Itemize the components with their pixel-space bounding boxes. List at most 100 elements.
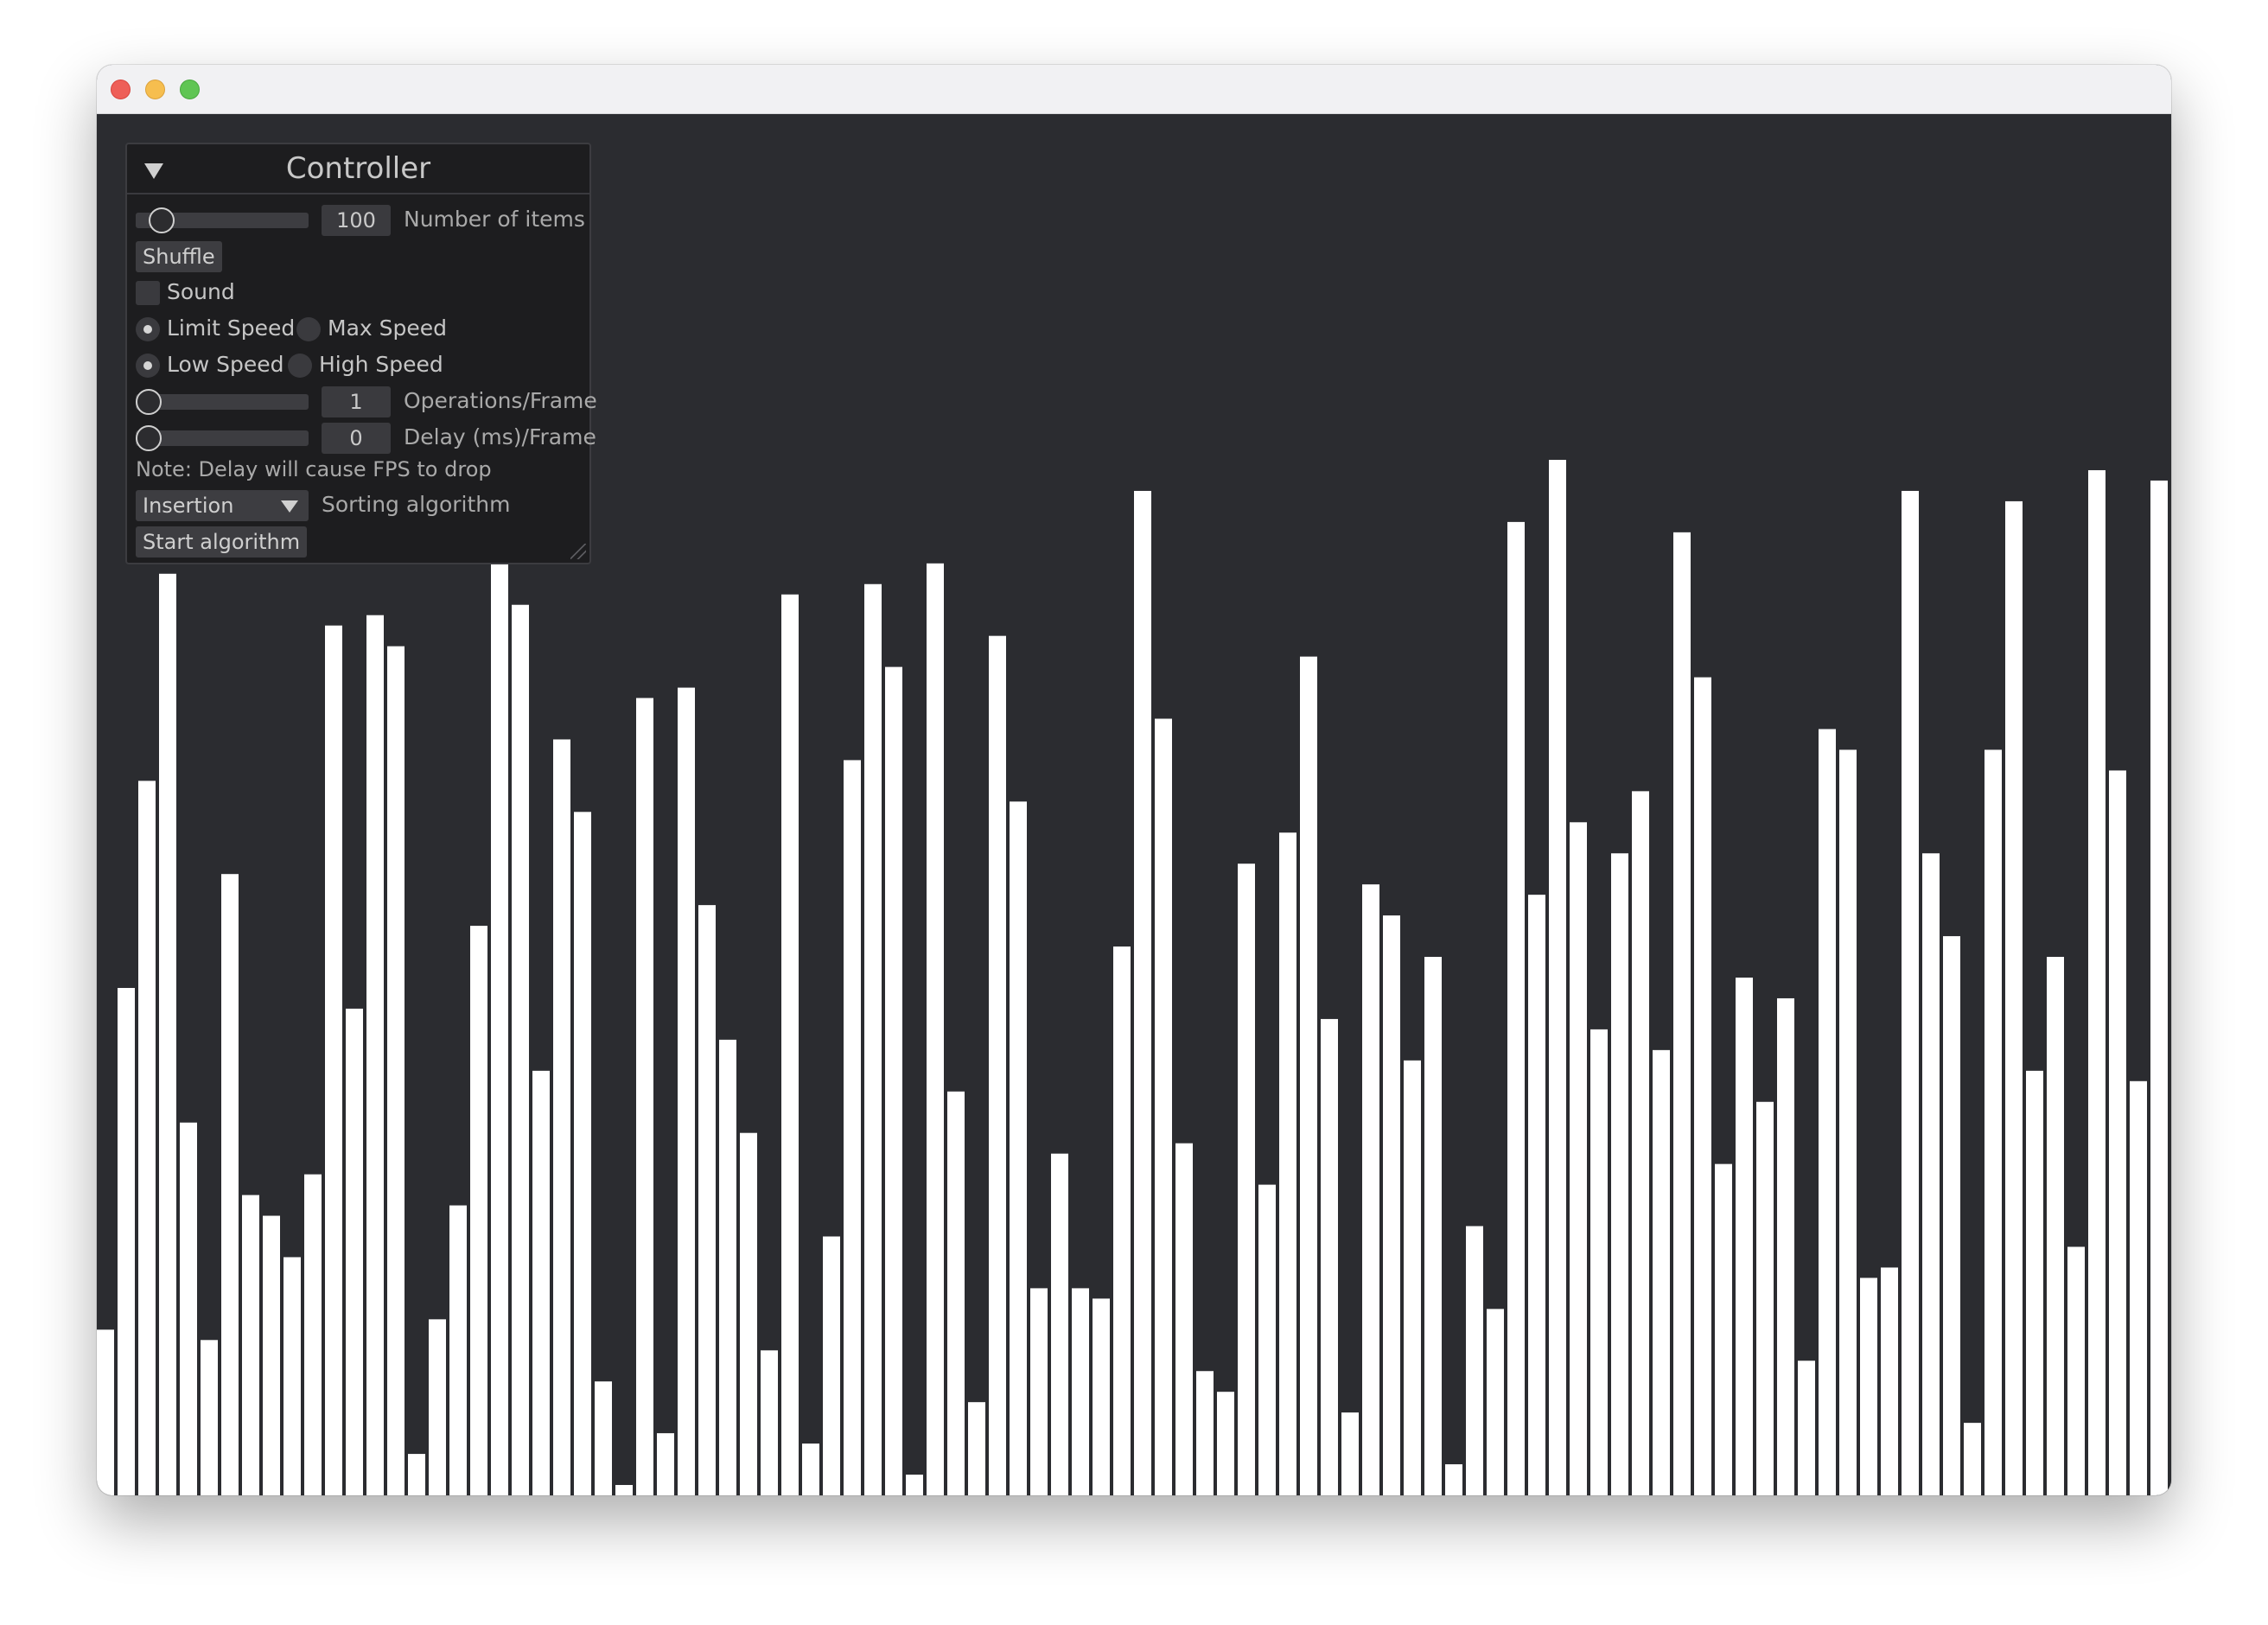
start-algorithm-button[interactable]: Start algorithm [136, 526, 308, 558]
bar-38 [864, 583, 882, 1495]
bar-91 [1964, 1423, 1981, 1495]
bar-53 [1175, 1143, 1193, 1495]
bar-30 [698, 905, 716, 1495]
bar-6 [201, 1340, 218, 1495]
bar-32 [740, 1132, 757, 1495]
bar-52 [1155, 718, 1172, 1495]
bar-90 [1943, 936, 1960, 1495]
operations-row: 1 Operations/Frame [136, 386, 597, 417]
bar-98 [2109, 770, 2126, 1495]
bar-57 [1258, 1184, 1276, 1495]
visualization-canvas: Controller 100 Number of items Shuffle S… [97, 114, 2171, 1495]
delay-value-field[interactable]: 0 [322, 423, 391, 454]
items-row: 100 Number of items [136, 205, 585, 236]
bar-19 [470, 926, 487, 1495]
bar-92 [1984, 749, 2002, 1495]
resize-grip-icon[interactable] [570, 544, 586, 559]
bar-58 [1279, 832, 1296, 1495]
delay-label: Delay (ms)/Frame [404, 424, 596, 449]
operations-slider[interactable] [136, 389, 309, 415]
app-window: Controller 100 Number of items Shuffle S… [97, 65, 2171, 1495]
bar-87 [1881, 1267, 1898, 1495]
bar-41 [927, 563, 944, 1495]
dropdown-arrow-icon [281, 500, 298, 513]
bar-15 [387, 646, 405, 1495]
bar-62 [1362, 884, 1379, 1495]
bar-24 [574, 812, 591, 1495]
bar-77 [1673, 532, 1691, 1495]
items-label: Number of items [404, 207, 585, 232]
bar-31 [719, 1039, 736, 1495]
limit-speed-label: Limit Speed [167, 315, 296, 341]
delay-note: Note: Delay will cause FPS to drop [136, 457, 492, 481]
delay-slider[interactable] [136, 425, 309, 451]
bar-18 [449, 1205, 467, 1495]
bar-33 [761, 1350, 778, 1495]
sound-checkbox[interactable] [136, 281, 160, 305]
items-slider-knob[interactable] [149, 207, 175, 233]
bar-56 [1238, 863, 1255, 1495]
low-speed-radio[interactable] [136, 354, 160, 378]
items-slider[interactable] [136, 207, 309, 233]
controller-title: Controller [285, 151, 431, 186]
operations-value-field[interactable]: 1 [322, 386, 391, 417]
bar-40 [906, 1475, 923, 1495]
max-speed-radio[interactable] [296, 317, 321, 341]
bar-100 [2150, 480, 2168, 1495]
low-speed-label: Low Speed [167, 352, 284, 377]
bar-93 [2005, 500, 2023, 1495]
bar-61 [1341, 1412, 1359, 1495]
bar-79 [1715, 1163, 1732, 1495]
bar-66 [1445, 1464, 1462, 1495]
items-value-field[interactable]: 100 [322, 205, 391, 236]
operations-slider-knob[interactable] [136, 389, 162, 415]
bar-46 [1030, 1288, 1048, 1495]
minimize-window-button[interactable] [145, 80, 165, 99]
delay-slider-knob[interactable] [136, 425, 162, 451]
bar-36 [823, 1236, 840, 1495]
bar-63 [1383, 915, 1400, 1495]
bar-76 [1653, 1049, 1670, 1495]
bar-99 [2130, 1080, 2147, 1495]
bar-37 [844, 760, 861, 1495]
algorithm-label: Sorting algorithm [322, 492, 511, 517]
note-row: Note: Delay will cause FPS to drop [136, 457, 585, 488]
algorithm-select[interactable]: Insertion [136, 490, 309, 521]
bar-64 [1404, 1060, 1421, 1495]
bar-39 [885, 666, 902, 1495]
shuffle-button[interactable]: Shuffle [136, 241, 222, 272]
controller-header[interactable]: Controller [127, 144, 589, 194]
bar-10 [284, 1257, 301, 1495]
bar-12 [325, 625, 342, 1495]
bar-20 [491, 542, 508, 1495]
bar-51 [1134, 490, 1151, 1495]
speed-level-row: Low Speed High Speed [136, 350, 585, 381]
bar-3 [138, 781, 156, 1495]
bar-55 [1217, 1392, 1234, 1495]
bar-60 [1321, 1018, 1338, 1495]
bar-68 [1487, 1309, 1504, 1495]
bar-94 [2026, 1070, 2043, 1495]
high-speed-radio[interactable] [288, 354, 312, 378]
limit-speed-radio[interactable] [136, 317, 160, 341]
bar-48 [1072, 1288, 1089, 1495]
bar-21 [512, 604, 529, 1495]
close-window-button[interactable] [111, 80, 131, 99]
bar-8 [242, 1195, 259, 1495]
bar-69 [1507, 521, 1525, 1495]
bar-4 [159, 573, 176, 1495]
bar-5 [180, 1122, 197, 1495]
bar-35 [802, 1443, 819, 1495]
bar-97 [2088, 469, 2106, 1495]
bar-34 [781, 594, 799, 1495]
bar-71 [1549, 460, 1566, 1495]
bar-96 [2067, 1246, 2085, 1495]
bar-88 [1902, 490, 1919, 1495]
bar-23 [553, 739, 570, 1495]
bar-42 [947, 1091, 965, 1495]
maximize-window-button[interactable] [180, 80, 200, 99]
bar-16 [408, 1454, 425, 1495]
bar-17 [429, 1319, 446, 1495]
bar-9 [263, 1215, 280, 1495]
sound-label: Sound [167, 279, 235, 304]
